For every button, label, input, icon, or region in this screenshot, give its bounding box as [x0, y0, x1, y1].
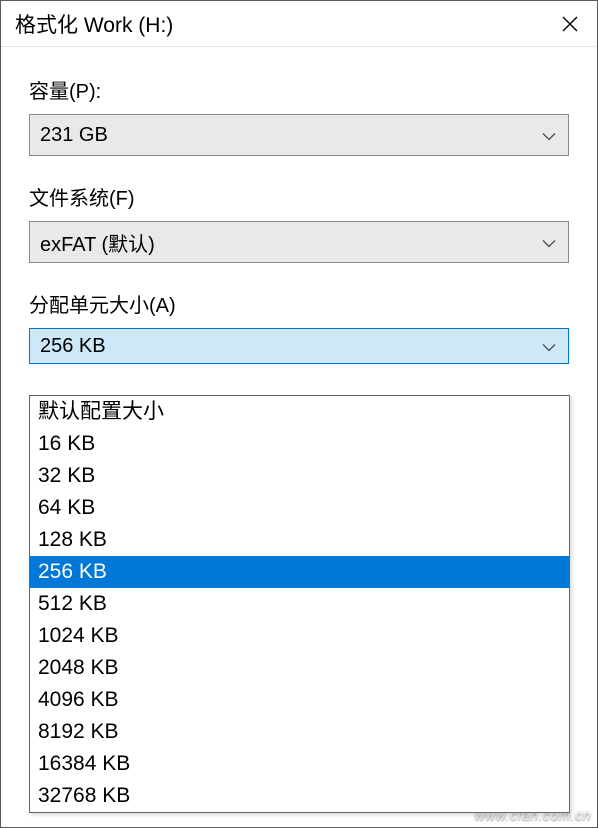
allocation-option[interactable]: 256 KB [30, 556, 569, 588]
allocation-option[interactable]: 16 KB [30, 428, 569, 460]
window-title: 格式化 Work (H:) [15, 9, 173, 39]
allocation-dropdown[interactable]: 默认配置大小16 KB32 KB64 KB128 KB256 KB512 KB1… [29, 395, 570, 813]
chevron-down-icon [542, 124, 556, 147]
allocation-option[interactable]: 2048 KB [30, 652, 569, 684]
allocation-option[interactable]: 16384 KB [30, 748, 569, 780]
close-button[interactable] [555, 9, 585, 39]
filesystem-label: 文件系统(F) [29, 182, 569, 211]
content-area: 容量(P): 231 GB 文件系统(F) exFAT (默认) 分配单元大小(… [1, 47, 597, 364]
format-dialog: 格式化 Work (H:) 容量(P): 231 GB 文件系统(F) exFA… [0, 0, 598, 828]
filesystem-combo[interactable]: exFAT (默认) [29, 221, 569, 263]
filesystem-value: exFAT (默认) [40, 228, 155, 257]
chevron-down-icon [542, 335, 556, 358]
allocation-label: 分配单元大小(A) [29, 289, 569, 318]
titlebar: 格式化 Work (H:) [1, 1, 597, 47]
allocation-option[interactable]: 4096 KB [30, 684, 569, 716]
allocation-option[interactable]: 1024 KB [30, 620, 569, 652]
allocation-option[interactable]: 64 KB [30, 492, 569, 524]
close-icon [561, 15, 579, 33]
allocation-option[interactable]: 32768 KB [30, 780, 569, 812]
allocation-option[interactable]: 8192 KB [30, 716, 569, 748]
allocation-option[interactable]: 默认配置大小 [30, 396, 569, 428]
capacity-combo[interactable]: 231 GB [29, 114, 569, 156]
allocation-option[interactable]: 32 KB [30, 460, 569, 492]
capacity-label: 容量(P): [29, 75, 569, 104]
chevron-down-icon [542, 231, 556, 254]
capacity-value: 231 GB [40, 124, 108, 147]
allocation-combo[interactable]: 256 KB [29, 328, 569, 364]
allocation-value: 256 KB [40, 335, 106, 358]
allocation-option[interactable]: 512 KB [30, 588, 569, 620]
allocation-option[interactable]: 128 KB [30, 524, 569, 556]
